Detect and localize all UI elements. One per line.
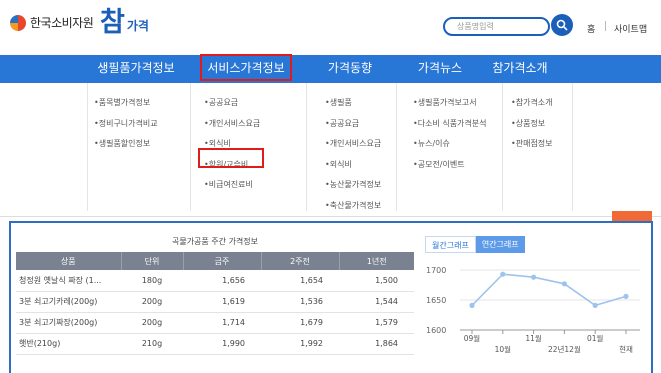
table-row[interactable]: 햇반(210g) 210g 1,990 1,992 1,864 [16,333,414,355]
col-header: 1년전 [339,252,414,270]
nav-price-news[interactable]: 가격뉴스 [408,55,472,83]
col-header: 단위 [121,252,184,270]
y-tick-label: 1600 [426,326,446,335]
menu-col-about: •참가격소개 •상품정보 •판매점정보 [503,83,573,211]
brand-logo[interactable]: 참 가격 [100,8,149,38]
menu-item[interactable]: •상품정보 [503,118,572,139]
nav-daily-goods[interactable]: 생필품가격정보 [88,55,184,83]
brand-small-text: 가격 [126,19,149,33]
menu-item[interactable]: •생필품할인정보 [88,138,190,159]
menu-item[interactable]: •생필품가격보고서 [397,97,502,118]
nav-about[interactable]: 참가격소개 [484,55,556,83]
unit: 200g [121,312,183,334]
price-one-year-ago: 1,500 [339,270,414,292]
main-nav: 생필품가격정보 서비스가격정보 가격동향 가격뉴스 참가격소개 [0,55,661,83]
tab-monthly-graph[interactable]: 월간그래프 [425,236,476,253]
submenu-highlight-box [198,148,264,168]
price-one-year-ago: 1,864 [339,333,414,355]
data-point [500,271,506,277]
data-point [531,274,537,280]
table-title: 곡물가공품 주간 가격정보 [171,237,259,246]
price-two-weeks-ago: 1,992 [261,333,339,355]
menu-item[interactable]: •농산물가격정보 [307,179,396,200]
menu-item[interactable]: •공공요금 [191,97,306,118]
table-row[interactable]: 3분 쇠고기짜장(200g) 200g 1,714 1,679 1,579 [16,312,414,334]
home-link[interactable]: 홈 [587,22,595,35]
price-two-weeks-ago: 1,679 [261,312,339,334]
menu-item[interactable]: •뉴스/이슈 [397,138,502,159]
y-tick-label: 1650 [426,296,446,305]
price-this-week: 1,990 [183,333,261,355]
y-tick-label: 1700 [426,266,446,275]
chart-tabs: 월간그래프 연간그래프 [425,236,525,253]
menu-item[interactable]: •외식비 [307,159,396,180]
search-icon [556,19,568,31]
x-tick-label: 11월 [525,333,542,343]
search-button[interactable] [551,14,573,36]
table-row[interactable]: 3분 쇠고기카레(200g) 200g 1,619 1,536 1,544 [16,291,414,313]
menu-col-service: •공공요금 •개인서비스요금 •외식비 •학원/교습비 •비급여진료비 [191,83,307,211]
menu-item[interactable]: •비급여진료비 [191,179,306,200]
product-name[interactable]: 청정원 옛날식 짜장 (1... [16,270,121,292]
tab-yearly-graph[interactable]: 연간그래프 [475,236,525,253]
table-header-row: 상품 단위 금주 2주전 1년전 [16,252,414,270]
x-tick-label: 09월 [464,333,481,343]
search-input[interactable]: 상품명입력 [443,17,550,36]
series-line [471,273,627,307]
product-name[interactable]: 3분 쇠고기카레(200g) [16,291,121,313]
site-header: 한국소비자원 참 가격 상품명입력 홈 사이트맵 [0,0,661,55]
menu-item[interactable]: •판매점정보 [503,138,572,159]
menu-item[interactable]: •생필품 [307,97,396,118]
mega-menu: •품목별가격정보 •정비구니가격비교 •생필품할인정보 •공공요금 •개인서비스… [0,83,661,211]
menu-item[interactable]: •정비구니가격비교 [88,118,190,139]
x-tick-label: 현재 [619,345,633,354]
kca-logo-icon [10,14,26,31]
data-point [623,293,629,299]
hidden-tab-strip [0,211,661,217]
price-line-chart: 1600 1650 1700 09월 10월 11월 22년12월 01월현재 [426,266,640,354]
product-name[interactable]: 햇반(210g) [16,333,121,355]
brand-big-text: 참 [100,7,125,38]
menu-item[interactable]: •품목별가격정보 [88,97,190,118]
col-header: 상품 [16,252,122,270]
menu-col-daily: •품목별가격정보 •정비구니가격비교 •생필품할인정보 [87,83,191,211]
data-point [469,302,475,308]
x-tick-label: 22년12월 [548,344,581,354]
x-tick-label: 10월 [495,344,512,354]
product-name[interactable]: 3분 쇠고기짜장(200g) [16,312,121,334]
menu-item[interactable]: •공공요금 [307,118,396,139]
data-point [592,302,598,308]
price-one-year-ago: 1,544 [339,291,414,313]
data-point [561,281,567,287]
price-two-weeks-ago: 1,654 [261,270,339,292]
price-this-week: 1,714 [183,312,261,334]
col-header: 2주전 [261,252,340,270]
price-one-year-ago: 1,579 [339,312,414,334]
menu-item[interactable]: •참가격소개 [503,97,572,118]
menu-item[interactable]: •다소비 식품가격분석 [397,118,502,139]
menu-col-news: •생필품가격보고서 •다소비 식품가격분석 •뉴스/이슈 •공모전/이벤트 [397,83,503,211]
nav-highlight-box [200,54,292,81]
menu-item[interactable]: •개인서비스요금 [191,118,306,139]
sitemap-link[interactable]: 사이트맵 [614,22,647,35]
kca-logo[interactable]: 한국소비자원 [10,14,94,31]
price-table: 상품 단위 금주 2주전 1년전 청정원 옛날식 짜장 (1... 180g 1… [16,252,414,355]
x-tick-label: 01월 [587,333,604,343]
table-row[interactable]: 청정원 옛날식 짜장 (1... 180g 1,656 1,654 1,500 [16,270,414,292]
unit: 210g [121,333,183,355]
menu-item[interactable]: •공모전/이벤트 [397,159,502,180]
menu-col-trend: •생필품 •공공요금 •개인서비스요금 •외식비 •농산물가격정보 •축산물가격… [307,83,397,211]
price-this-week: 1,619 [183,291,261,313]
org-name: 한국소비자원 [30,16,94,30]
col-header: 금주 [183,252,262,270]
menu-item[interactable]: •개인서비스요금 [307,138,396,159]
link-divider [605,21,606,31]
price-two-weeks-ago: 1,536 [261,291,339,313]
unit: 200g [121,291,183,313]
unit: 180g [121,270,183,292]
nav-price-trend[interactable]: 가격동향 [318,55,382,83]
price-this-week: 1,656 [183,270,261,292]
